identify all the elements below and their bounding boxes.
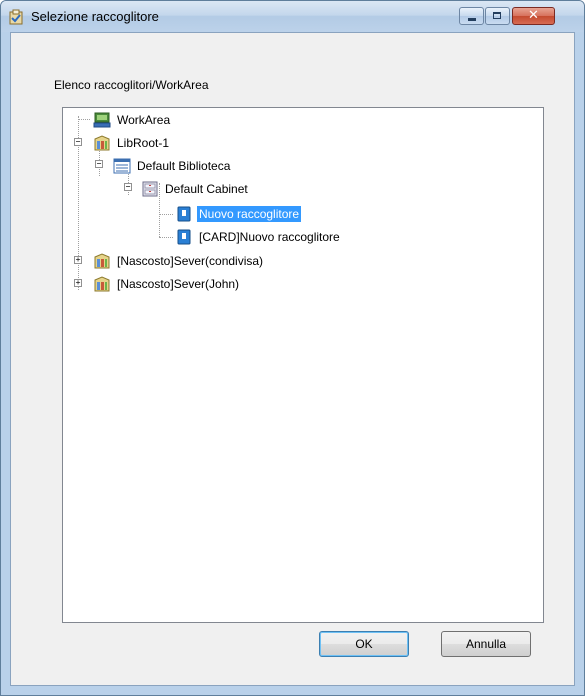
tree-node-default-biblioteca[interactable]: Default Biblioteca <box>113 157 232 175</box>
collapse-biblioteca-toggle[interactable]: − <box>95 160 103 168</box>
title-bar[interactable]: Selezione raccoglitore ✕ <box>1 1 584 32</box>
node-label: LibRoot-1 <box>117 136 170 150</box>
maximize-icon <box>493 12 501 19</box>
library-icon <box>94 135 110 151</box>
library-icon <box>94 276 110 292</box>
close-icon: ✕ <box>528 8 539 23</box>
binder-icon <box>177 206 191 222</box>
node-label: [Nascosto]Sever(condivisa) <box>117 254 264 268</box>
tree-connector <box>159 214 173 215</box>
collapse-libroot-toggle[interactable]: − <box>74 138 82 146</box>
binder-tree-view[interactable]: − − − + + WorkArea LibRoot-1 Default Bib… <box>62 107 544 623</box>
collapse-cabinet-toggle[interactable]: − <box>124 183 132 191</box>
bookshelf-icon <box>113 158 131 174</box>
ok-button[interactable]: OK <box>319 631 409 657</box>
cabinet-icon <box>142 181 158 197</box>
expand-john-toggle[interactable]: + <box>74 279 82 287</box>
library-icon <box>94 253 110 269</box>
tree-node-libroot[interactable]: LibRoot-1 <box>93 134 171 152</box>
node-label: [CARD]Nuovo raccoglitore <box>199 230 340 244</box>
maximize-button[interactable] <box>485 7 510 25</box>
workarea-icon <box>93 112 111 128</box>
cancel-button[interactable]: Annulla <box>441 631 531 657</box>
window-title: Selezione raccoglitore <box>31 9 159 24</box>
tree-node-nascosto-condivisa[interactable]: [Nascosto]Sever(condivisa) <box>93 252 265 270</box>
tree-node-default-cabinet[interactable]: Default Cabinet <box>141 180 250 198</box>
node-label: Default Biblioteca <box>137 159 231 173</box>
tree-connector <box>159 237 173 238</box>
tree-node-workarea[interactable]: WorkArea <box>93 111 172 129</box>
binder-selection-app-icon <box>9 9 23 25</box>
tree-node-nascosto-john[interactable]: [Nascosto]Sever(John) <box>93 275 241 293</box>
tree-node-card-nuovo-raccoglitore[interactable]: [CARD]Nuovo raccoglitore <box>175 228 342 246</box>
close-button[interactable]: ✕ <box>512 7 555 25</box>
expand-condivisa-toggle[interactable]: + <box>74 256 82 264</box>
minimize-button[interactable] <box>459 7 484 25</box>
node-label: [Nascosto]Sever(John) <box>117 277 240 291</box>
tree-connector <box>78 119 90 120</box>
tree-label: Elenco raccoglitori/WorkArea <box>54 78 209 92</box>
node-label: Default Cabinet <box>165 182 248 196</box>
node-label: WorkArea <box>117 113 171 127</box>
binder-icon <box>177 229 191 245</box>
minimize-icon <box>468 18 476 21</box>
node-label: Nuovo raccoglitore <box>197 206 302 222</box>
dialog-window: Selezione raccoglitore ✕ Elenco raccogli… <box>0 0 585 696</box>
tree-node-nuovo-raccoglitore[interactable]: Nuovo raccoglitore <box>175 205 302 223</box>
